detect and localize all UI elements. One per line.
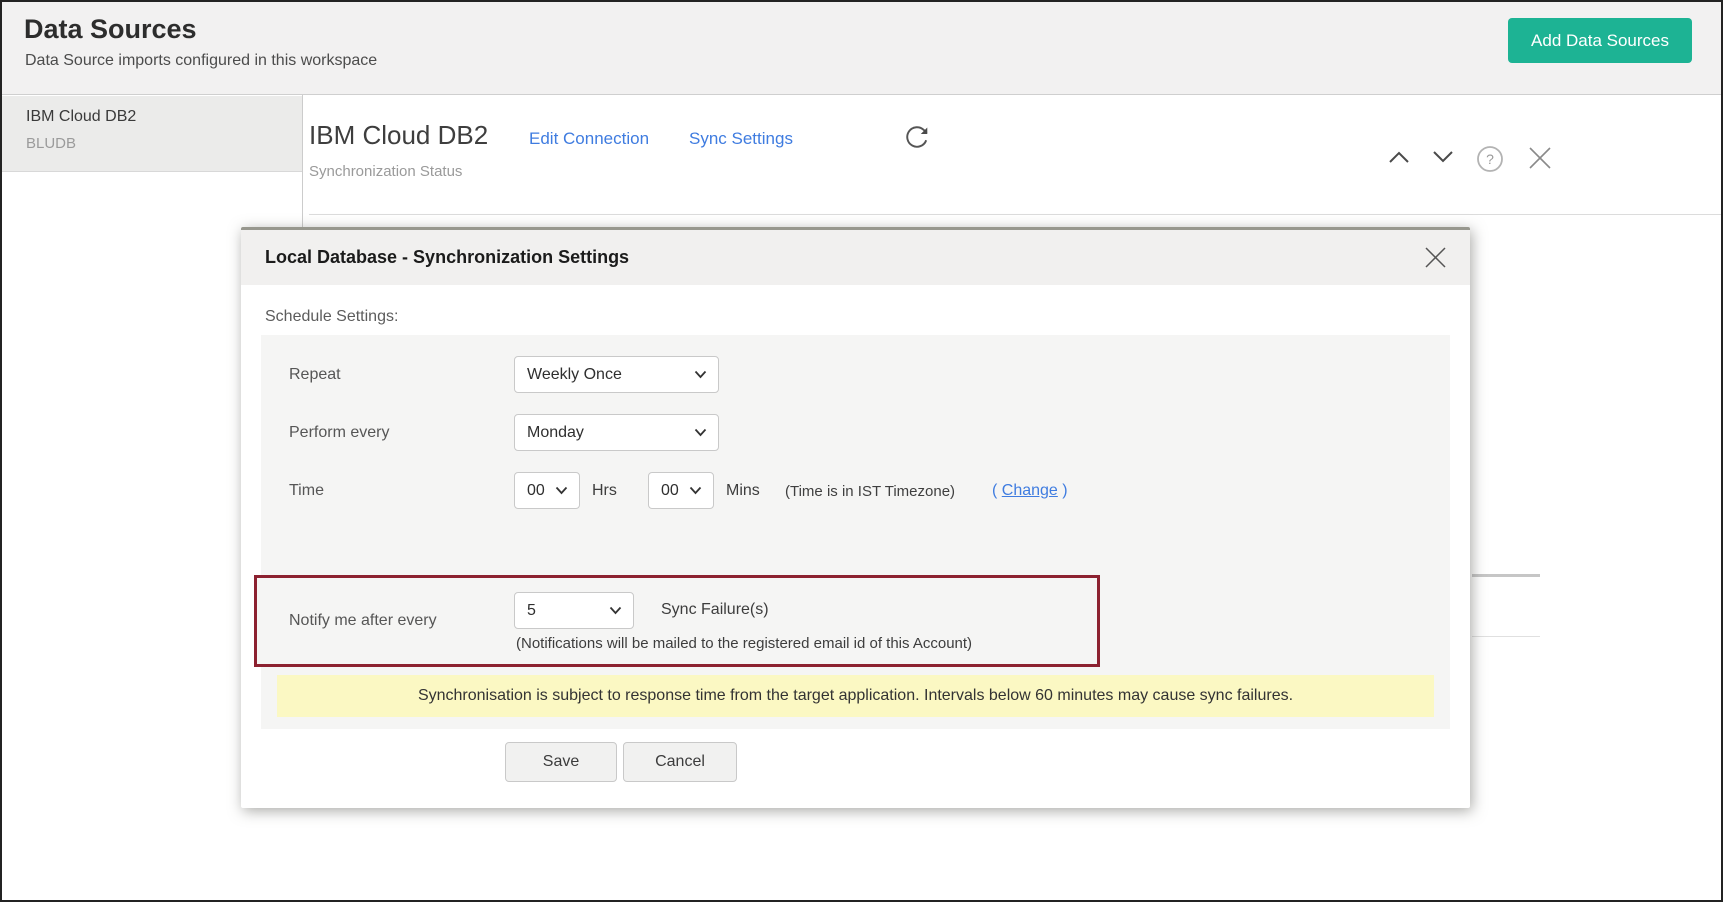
sync-settings-dialog: Local Database - Synchronization Setting… [241,227,1470,808]
perform-every-label: Perform every [289,424,389,442]
notify-highlight-box: Notify me after every 5 Sync Failure(s) … [254,575,1100,667]
select-caret-icon [689,486,702,495]
dialog-header: Local Database - Synchronization Setting… [241,230,1470,285]
repeat-select-value: Weekly Once [527,366,622,384]
close-icon[interactable] [1526,144,1554,172]
dialog-title: Local Database - Synchronization Setting… [265,230,629,285]
add-data-sources-button[interactable]: Add Data Sources [1508,18,1692,63]
perform-every-select[interactable]: Monday [514,414,719,451]
sync-settings-link[interactable]: Sync Settings [689,129,793,149]
save-button[interactable]: Save [505,742,617,782]
time-label: Time [289,482,324,500]
notify-label: Notify me after every [289,612,437,630]
schedule-form-panel: Repeat Weekly Once Perform every Monday … [261,335,1450,729]
background-table-line [1472,636,1540,637]
chevron-up-icon[interactable] [1387,150,1411,164]
schedule-settings-label: Schedule Settings: [265,308,398,326]
refresh-icon[interactable] [904,124,930,150]
repeat-label: Repeat [289,366,341,384]
change-link-text: Change [1002,482,1058,499]
sync-failures-select-value: 5 [527,602,536,620]
select-caret-icon [694,370,707,379]
minutes-select-value: 00 [661,482,679,500]
hours-select[interactable]: 00 [514,472,580,509]
app-window: Data Sources Data Source imports configu… [0,0,1723,902]
dialog-close-icon[interactable] [1423,245,1448,270]
svg-text:?: ? [1486,151,1494,167]
repeat-select[interactable]: Weekly Once [514,356,719,393]
datasource-title: IBM Cloud DB2 [309,120,488,151]
sync-warning-note: Synchronisation is subject to response t… [277,675,1434,717]
page-header: Data Sources Data Source imports configu… [2,2,1721,95]
change-timezone-link[interactable]: ( Change ) [992,482,1068,500]
select-caret-icon [694,428,707,437]
notifications-note: (Notifications will be mailed to the reg… [516,635,972,652]
sidebar-item-ibm-cloud-db2[interactable]: IBM Cloud DB2 BLUDB [2,96,302,172]
help-icon[interactable]: ? [1476,145,1504,173]
change-link-suffix: ) [1058,482,1068,499]
sync-failures-suffix: Sync Failure(s) [661,601,769,619]
perform-every-select-value: Monday [527,424,584,442]
sidebar-divider [302,95,303,227]
change-link-prefix: ( [992,482,1002,499]
chevron-down-icon[interactable] [1431,150,1455,164]
hours-select-value: 00 [527,482,545,500]
cancel-button[interactable]: Cancel [623,742,737,782]
select-caret-icon [609,606,622,615]
content-divider [309,214,1723,215]
minutes-select[interactable]: 00 [648,472,714,509]
mins-unit-label: Mins [726,482,760,500]
sync-failures-select[interactable]: 5 [514,592,634,629]
page-title: Data Sources [24,14,197,45]
edit-connection-link[interactable]: Edit Connection [529,129,649,149]
timezone-note: (Time is in IST Timezone) [785,483,955,500]
background-table-line [1472,574,1540,577]
hrs-unit-label: Hrs [592,482,617,500]
sidebar-item-subtitle: BLUDB [26,135,76,152]
select-caret-icon [555,486,568,495]
sync-status-label: Synchronization Status [309,163,462,180]
page-subtitle: Data Source imports configured in this w… [25,52,377,70]
sidebar-item-name: IBM Cloud DB2 [26,108,136,126]
